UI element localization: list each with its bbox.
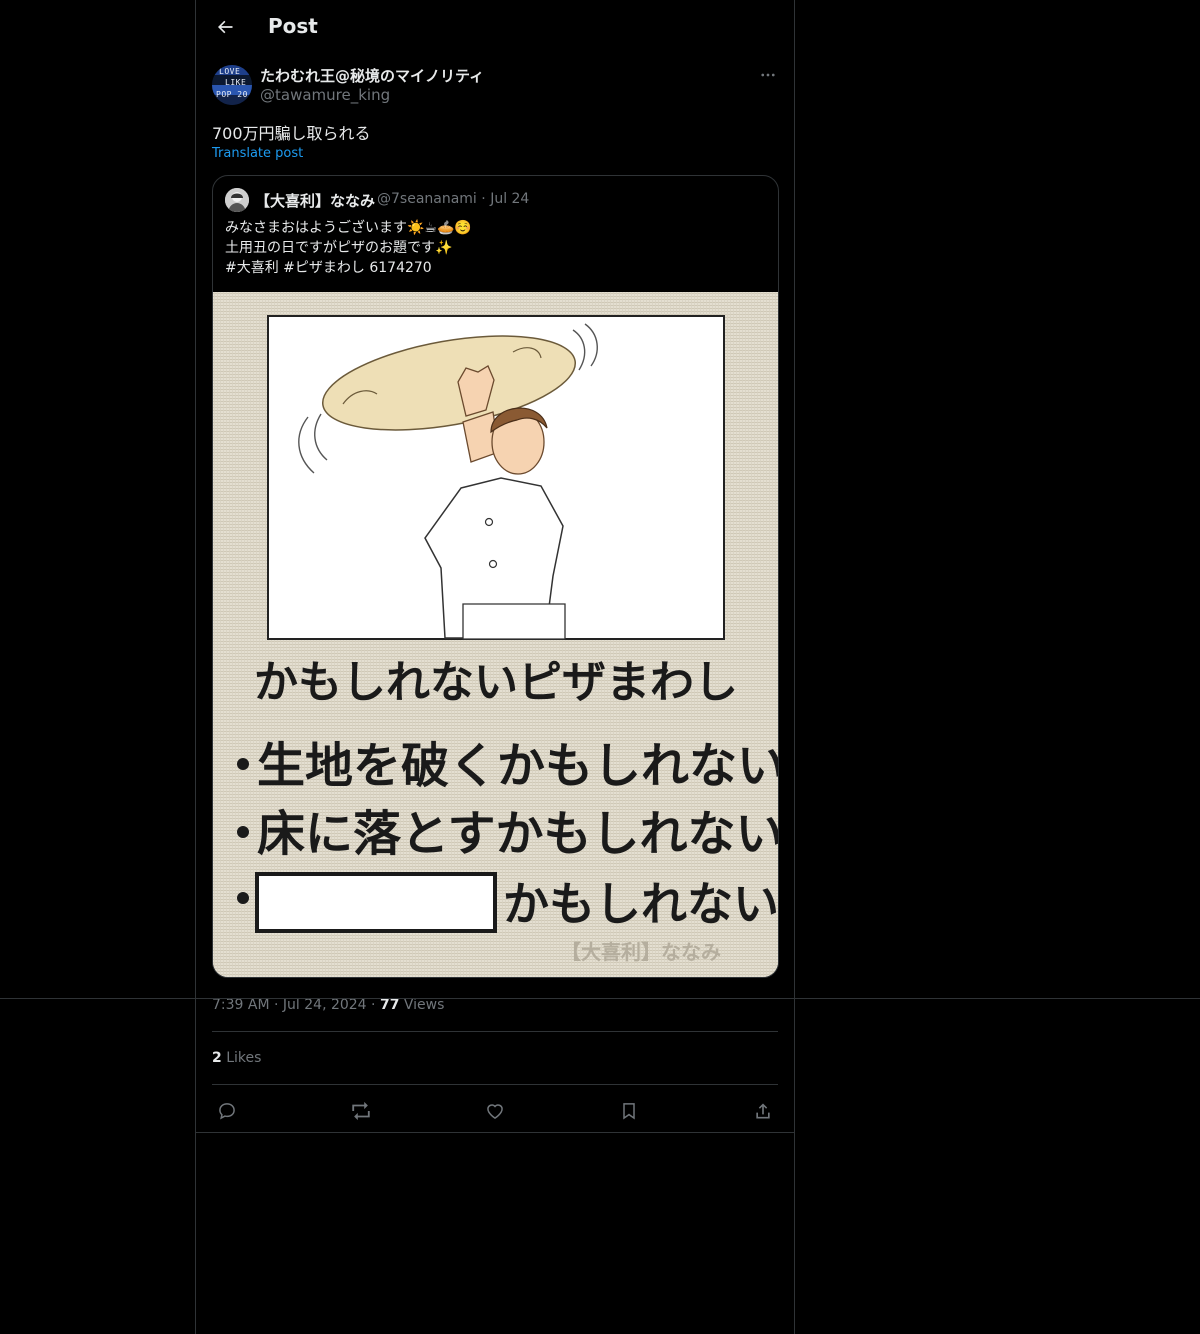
quoted-text-line: #大喜利 #ピザまわし 6174270 — [225, 260, 432, 276]
like-icon — [487, 1104, 503, 1119]
post-time[interactable]: 7:39 AM — [212, 997, 270, 1013]
main-column: Post LOVE LIKE POP 20 たわむれ王@秘境のマイノリティ @t… — [195, 0, 795, 1334]
separator-dot: · — [274, 997, 283, 1013]
pizza-meme-image: かもしれないピザまわし 生地を破くかもしれない 床に落とすかもしれない かもしれ… — [213, 292, 778, 977]
reply-button[interactable] — [212, 1096, 242, 1126]
bullet-dot — [237, 892, 249, 904]
views-count: 77 — [379, 997, 400, 1013]
divider — [212, 1084, 778, 1085]
page-divider — [0, 998, 1200, 999]
bullet-line: 生地を破くかもしれない — [257, 738, 778, 794]
image-watermark: 【大喜利】ななみ — [561, 940, 721, 964]
bullet-dot — [237, 758, 249, 770]
page-title: Post — [268, 14, 318, 38]
quoted-post[interactable]: 【大喜利】ななみ @7seananami · Jul 24 みなさまおはようござ… — [212, 175, 779, 978]
author-handle[interactable]: @tawamure_king — [260, 86, 390, 104]
bullet-dot — [237, 826, 249, 838]
bullet-line: 床に落とすかもしれない — [257, 806, 778, 862]
bookmark-icon — [623, 1103, 635, 1120]
likes-stat[interactable]: 2 Likes — [212, 1050, 261, 1066]
post-meta: 7:39 AM · Jul 24, 2024 · 77 Views — [212, 997, 444, 1013]
post-date[interactable]: Jul 24, 2024 — [283, 997, 367, 1013]
post-text: 700万円騙し取られる — [212, 124, 371, 143]
quoted-author-name[interactable]: 【大喜利】ななみ — [255, 190, 375, 211]
avatar-text: LOVE — [219, 67, 241, 76]
avatar-text: POP 20 — [216, 90, 248, 99]
quoted-date[interactable]: Jul 24 — [490, 191, 529, 207]
share-button[interactable] — [748, 1096, 778, 1126]
avatar[interactable]: LOVE LIKE POP 20 — [212, 65, 252, 105]
avatar-text: LIKE — [225, 78, 247, 87]
translate-post-link[interactable]: Translate post — [212, 146, 303, 161]
repost-icon — [352, 1101, 370, 1121]
divider — [196, 1132, 794, 1133]
quoted-text-line: 土用丑の日ですがピザのお題です✨ — [225, 240, 453, 256]
separator-dot: · — [481, 191, 491, 207]
reply-icon — [219, 1103, 235, 1120]
quoted-text-line: みなさまおはようございます☀️☕🥧☺️ — [225, 220, 472, 236]
post-author: LOVE LIKE POP 20 たわむれ王@秘境のマイノリティ @tawamu… — [212, 65, 780, 107]
divider — [212, 1031, 778, 1032]
back-button[interactable] — [210, 12, 240, 42]
back-arrow-icon — [218, 20, 233, 34]
quoted-meta: @7seananami · Jul 24 — [377, 191, 529, 207]
action-bar — [212, 1092, 778, 1124]
blank-answer-box — [255, 872, 497, 933]
separator-dot: · — [371, 997, 380, 1013]
quoted-handle[interactable]: @7seananami — [377, 191, 477, 207]
image-title: かもしれないピザまわし — [254, 657, 738, 708]
quoted-image[interactable]: かもしれないピザまわし 生地を破くかもしれない 床に落とすかもしれない かもしれ… — [213, 292, 778, 977]
more-button[interactable] — [756, 65, 780, 85]
repost-button[interactable] — [346, 1096, 376, 1126]
views-label: Views — [403, 997, 445, 1013]
likes-label: Likes — [226, 1050, 262, 1066]
likes-count: 2 — [212, 1050, 222, 1066]
like-button[interactable] — [480, 1096, 510, 1126]
bookmark-button[interactable] — [614, 1096, 644, 1126]
avatar-portrait — [225, 188, 249, 212]
quoted-avatar[interactable] — [225, 188, 249, 212]
share-icon — [756, 1103, 770, 1119]
more-icon — [761, 73, 775, 77]
author-display-name[interactable]: たわむれ王@秘境のマイノリティ — [260, 65, 484, 86]
blank-suffix: かもしれない — [503, 877, 778, 931]
top-bar: Post — [196, 0, 794, 55]
